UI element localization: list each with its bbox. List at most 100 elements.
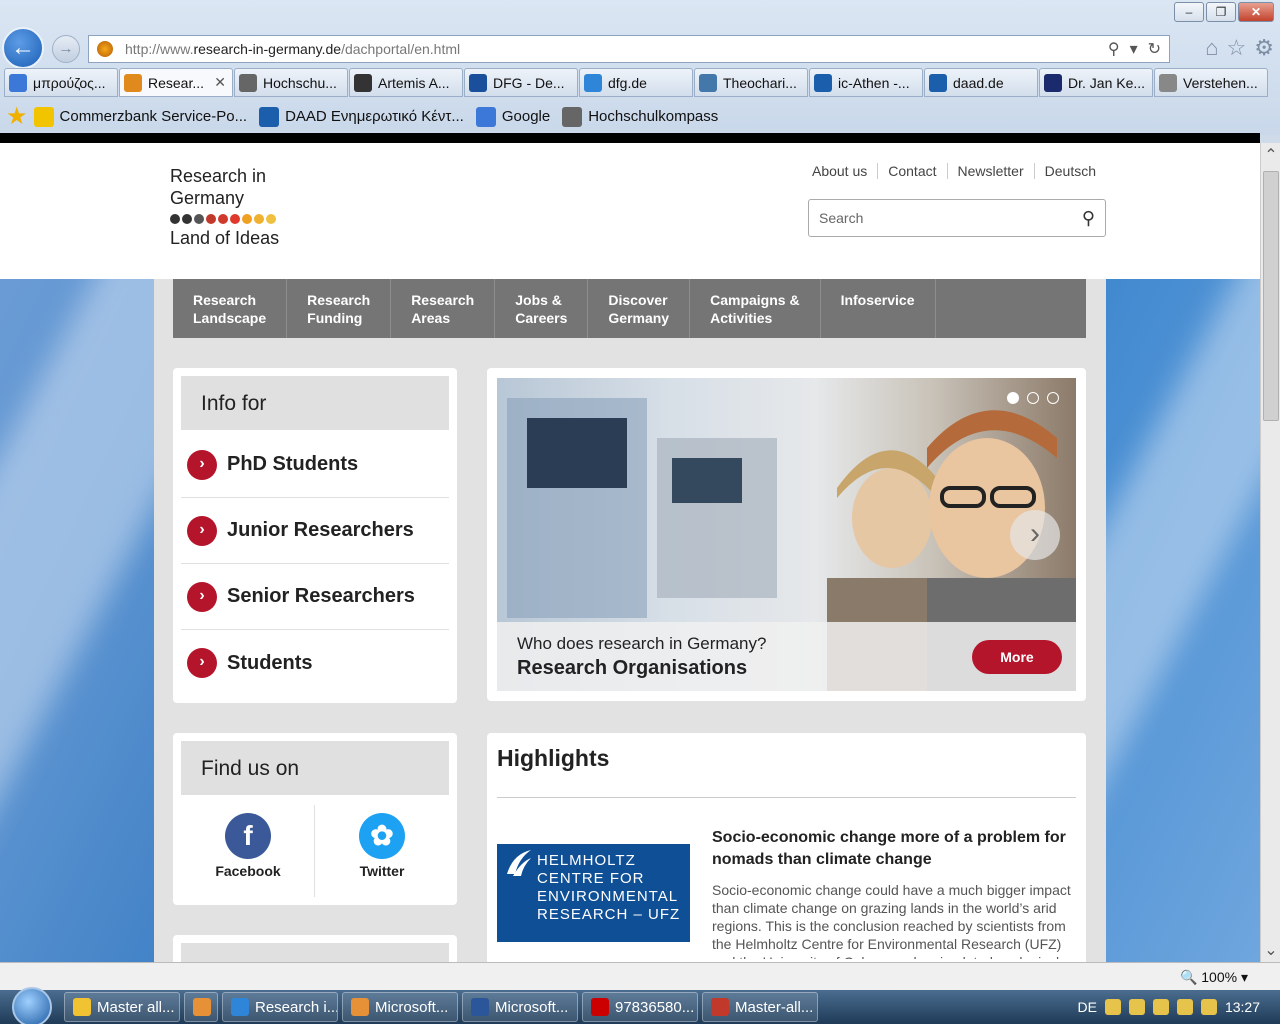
address-bar[interactable]: http://www. research-in-germany.de/dachpo… [88,35,1170,63]
tab-8[interactable]: ic-Athen -... [809,68,923,97]
zoom-control[interactable]: 🔍 100% ▾ [1180,969,1248,986]
network-icon[interactable] [1152,999,1169,1015]
volume-icon[interactable] [1200,999,1217,1015]
hochschulkompass-icon [239,73,257,92]
search-icon[interactable]: ⚲ [1082,208,1095,229]
tray-icon[interactable] [1104,999,1121,1015]
favorites-icon[interactable]: ★ [6,102,28,131]
info-for-item-senior-researchers[interactable]: › Senior Researchers [181,564,449,630]
dropdown-icon[interactable]: ▾ [1130,39,1138,59]
clock[interactable]: 13:27 [1225,999,1260,1015]
helmholtz-logo[interactable]: HELMHOLTZ CENTRE FOR ENVIRONMENTAL RESEARCH… [497,844,690,942]
nav-item-7[interactable]: Infoservice [821,279,936,338]
tab-2[interactable]: Resear... ✕ [119,68,233,97]
favorite-label: DAAD Ενημερωτικό Κέντ... [285,108,464,125]
slider-panel: › Who does research in Germany? Research… [487,368,1086,701]
favorites-star-icon[interactable]: ☆ [1227,35,1247,61]
tab-9[interactable]: daad.de [924,68,1038,97]
taskbar-item-7[interactable]: Master-all... [702,992,818,1022]
tab-label: Artemis A... [378,74,450,91]
facebook-icon: f [225,813,271,859]
helmholtz-logo-line: RESEARCH – UFZ [537,906,681,923]
favorite-1[interactable]: Commerzbank Service-Po... [33,106,248,127]
toplink-about-us[interactable]: About us [802,163,877,179]
slider-headline: Research Organisations [517,657,748,679]
taskbar-item-3[interactable]: Research i... [222,992,338,1022]
sync-icon[interactable] [1176,999,1193,1015]
info-for-item-phd-students[interactable]: › PhD Students [181,432,449,498]
twitter-link[interactable]: ✿ Twitter [315,805,449,897]
divider [497,797,1076,798]
chevron-down-icon[interactable]: ⌄ [1261,940,1280,960]
minimize-button[interactable]: – [1174,2,1204,22]
info-for-item-students[interactable]: › Students [181,630,449,696]
taskbar-item-5[interactable]: Microsoft... [462,992,578,1022]
more-button[interactable]: More [972,640,1062,674]
gear-icon[interactable]: ⚙ [1254,35,1274,61]
slider-next-button[interactable]: › [1010,510,1060,560]
back-button[interactable]: ← [2,27,44,69]
slider-dot-1[interactable] [1007,392,1019,404]
favorite-4[interactable]: Hochschulkompass [562,106,719,127]
toplink-contact[interactable]: Contact [877,163,946,179]
site-search-input[interactable]: Search ⚲ [808,199,1106,237]
tab-3[interactable]: Hochschu... [234,68,348,97]
restore-button[interactable]: ❐ [1206,2,1236,22]
scrollbar-thumb[interactable] [1263,171,1279,421]
mail-icon[interactable] [1128,999,1145,1015]
tab-6[interactable]: dfg.de [579,68,693,97]
favorite-label: Commerzbank Service-Po... [59,108,248,125]
favorite-2[interactable]: DAAD Ενημερωτικό Κέντ... [259,106,464,127]
language-indicator[interactable]: DE [1078,999,1097,1015]
slider-dots [1007,392,1059,404]
app-icon [231,998,249,1016]
close-button[interactable]: ✕ [1238,2,1274,22]
slider-dot-3[interactable] [1047,392,1059,404]
tab-11[interactable]: Verstehen... [1154,68,1268,97]
tab-4[interactable]: Artemis A... [349,68,463,97]
taskbar-label: Master all... [97,998,175,1016]
taskbar-item-6[interactable]: 97836580... [582,992,698,1022]
chevron-up-icon[interactable]: ⌃ [1261,145,1280,165]
toplink-newsletter[interactable]: Newsletter [946,163,1034,179]
refresh-icon[interactable]: ↻ [1148,39,1161,59]
start-button[interactable] [12,987,52,1024]
toplink-deutsch[interactable]: Deutsch [1033,163,1106,179]
tab-10[interactable]: Dr. Jan Ke... [1039,68,1153,97]
home-icon[interactable]: ⌂ [1205,35,1218,61]
taskbar-item-1[interactable]: Master all... [64,992,180,1022]
close-icon[interactable]: ✕ [214,74,226,91]
site-logo[interactable]: Research in Germany Land of Ideas [170,165,279,249]
slider-dot-2[interactable] [1027,392,1039,404]
url-domain: research-in-germany.de [193,41,342,57]
app-icon [471,998,489,1016]
nav-item-2[interactable]: Research Funding [287,279,392,338]
page-viewport: Research in Germany Land of Ideas About … [0,143,1260,962]
tab-bar: μπρούζος... Resear... ✕ Hochschu... Artemis … [4,68,1269,97]
nav-label-line-2: Landscape [193,310,267,326]
chevron-right-icon: › [187,515,217,546]
nav-item-5[interactable]: Discover Germany [588,279,691,338]
nav-item-3[interactable]: Research Areas [391,279,496,338]
taskbar-item-4[interactable]: Microsoft... [342,992,458,1022]
nav-item-4[interactable]: Jobs & Careers [495,279,589,338]
forward-button[interactable]: → [52,35,80,63]
facebook-link[interactable]: f Facebook [181,805,315,897]
tab-5[interactable]: DFG - De... [464,68,578,97]
tab-1[interactable]: μπρούζος... [4,68,118,97]
app-icon [73,998,91,1016]
favorite-label: Hochschulkompass [588,108,719,125]
commerzbank-icon [33,106,54,127]
favorite-3[interactable]: Google [475,106,550,127]
search-icon[interactable]: ⚲ [1108,39,1120,59]
research-in-germany-icon [124,73,142,92]
arrow-left-icon: ← [11,34,35,61]
page-scrollbar[interactable]: ⌃ ⌄ [1260,143,1280,962]
article-title[interactable]: Socio-economic change more of a problem … [712,827,1072,871]
nav-item-6[interactable]: Campaigns & Activities [690,279,821,338]
taskbar-item-2[interactable] [184,992,218,1022]
nav-item-1[interactable]: Research Landscape [173,279,288,338]
info-for-panel: Info for › PhD Students › Junior Researcher… [173,368,457,703]
info-for-item-junior-researchers[interactable]: › Junior Researchers [181,498,449,564]
tab-7[interactable]: Theochari... [694,68,808,97]
